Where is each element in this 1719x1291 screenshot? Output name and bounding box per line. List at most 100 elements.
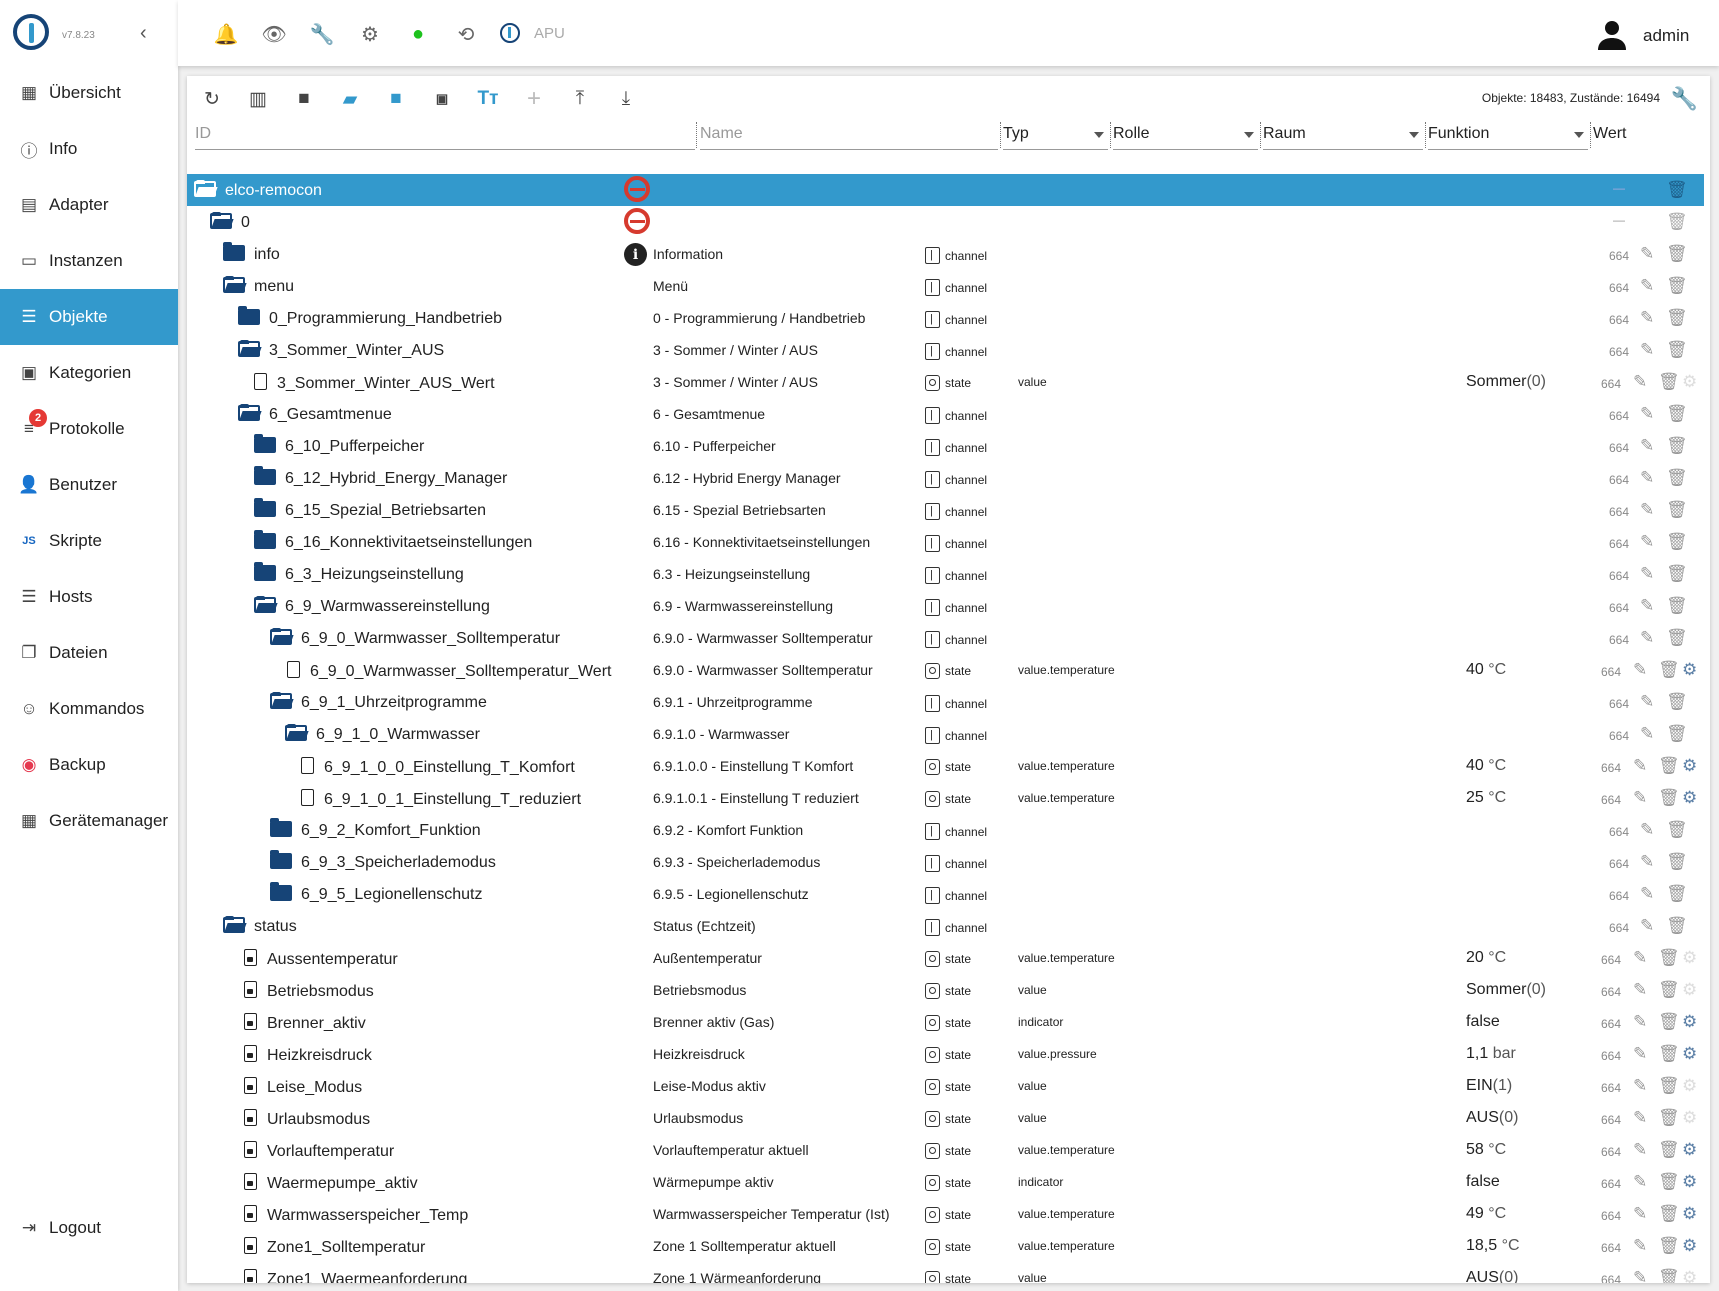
- settings-icon[interactable]: ⚙: [1682, 1172, 1697, 1192]
- room-filter-select[interactable]: Raum: [1263, 120, 1423, 150]
- delete-icon[interactable]: 🗑: [1666, 916, 1688, 936]
- edit-icon[interactable]: ✎: [1640, 468, 1654, 488]
- table-row[interactable]: Leise_Modus Leise-Modus aktiv state value EI…: [187, 1070, 1704, 1102]
- delete-icon[interactable]: 🗑: [1658, 660, 1680, 680]
- delete-icon[interactable]: 🗑: [1666, 852, 1688, 872]
- eye-icon[interactable]: 👁: [261, 22, 286, 46]
- object-value[interactable]: false: [1466, 1173, 1500, 1191]
- table-row[interactable]: Urlaubsmodus Urlaubsmodus state value AUS(0)…: [187, 1102, 1704, 1134]
- delete-icon[interactable]: 🗑: [1658, 1236, 1680, 1256]
- delete-icon[interactable]: 🗑: [1666, 212, 1688, 232]
- table-row[interactable]: 0_Programmierung_Handbetrieb 0 - Programm…: [187, 302, 1704, 334]
- folder-icon[interactable]: [270, 818, 292, 837]
- delete-icon[interactable]: 🗑: [1658, 980, 1680, 1000]
- add-icon[interactable]: +: [521, 85, 547, 112]
- host-label[interactable]: APU: [534, 25, 565, 42]
- settings-wrench-icon[interactable]: 🔧: [1671, 86, 1698, 112]
- object-id[interactable]: menu: [223, 276, 294, 296]
- text-size-icon[interactable]: Tт: [475, 86, 501, 112]
- edit-icon[interactable]: ✎: [1633, 1108, 1647, 1128]
- object-id[interactable]: 6_10_Pufferpeicher: [254, 434, 424, 456]
- name-filter-input[interactable]: Name: [700, 120, 998, 150]
- edit-icon[interactable]: ✎: [1640, 628, 1654, 648]
- delete-icon[interactable]: 🗑: [1666, 436, 1688, 456]
- upload-icon[interactable]: ⤒: [567, 86, 593, 112]
- folder-open-icon[interactable]: [270, 628, 292, 645]
- table-row[interactable]: 6_10_Pufferpeicher 6.10 - Pufferpeicher ch…: [187, 430, 1704, 462]
- column-divider[interactable]: [1590, 122, 1591, 148]
- sidebar-item-instanzen[interactable]: ▭ Instanzen: [0, 233, 178, 289]
- edit-icon[interactable]: ✎: [1640, 692, 1654, 712]
- sidebar-item-kommandos[interactable]: ☺ Kommandos: [0, 681, 178, 737]
- table-row[interactable]: Aussentemperatur Außentemperatur state valu…: [187, 942, 1704, 974]
- object-value[interactable]: AUS(0): [1466, 1269, 1518, 1283]
- delete-icon[interactable]: 🗑: [1666, 404, 1688, 424]
- settings-icon[interactable]: ⚙: [1682, 1268, 1697, 1283]
- collapse-sidebar-icon[interactable]: ‹: [140, 22, 147, 45]
- settings-icon[interactable]: ⚙: [1682, 1108, 1697, 1128]
- object-id[interactable]: 6_9_2_Komfort_Funktion: [270, 818, 481, 840]
- id-filter-input[interactable]: ID: [195, 120, 695, 150]
- object-id[interactable]: Leise_Modus: [244, 1077, 362, 1097]
- table-row[interactable]: Zone1_Solltemperatur Zone 1 Solltemperatu…: [187, 1230, 1704, 1262]
- edit-icon[interactable]: ✎: [1633, 372, 1647, 392]
- folder-open-icon[interactable]: [238, 404, 260, 421]
- folder-open-icon[interactable]: [254, 596, 276, 613]
- edit-icon[interactable]: ✎: [1640, 532, 1654, 552]
- sidebar-item-uebersicht[interactable]: ▦ Übersicht: [0, 65, 178, 121]
- edit-icon[interactable]: ✎: [1633, 756, 1647, 776]
- object-value[interactable]: false: [1466, 1013, 1500, 1031]
- delete-icon[interactable]: 🗑: [1658, 1172, 1680, 1192]
- settings-icon[interactable]: ⚙: [1682, 788, 1697, 808]
- object-id[interactable]: Heizkreisdruck: [244, 1045, 372, 1065]
- object-value[interactable]: Sommer(0): [1466, 981, 1546, 999]
- sidebar-item-adapter[interactable]: ▤ Adapter: [0, 177, 178, 233]
- table-row[interactable]: 6_16_Konnektivitaetseinstellungen 6.16 - …: [187, 526, 1704, 558]
- object-id[interactable]: 0: [210, 212, 250, 232]
- object-id[interactable]: 6_9_5_Legionellenschutz: [270, 882, 482, 904]
- table-row[interactable]: Betriebsmodus Betriebsmodus state value Somm…: [187, 974, 1704, 1006]
- edit-icon[interactable]: ✎: [1633, 1076, 1647, 1096]
- delete-icon[interactable]: 🗑: [1658, 372, 1680, 392]
- object-id[interactable]: 6_9_3_Speicherlademodus: [270, 850, 496, 872]
- edit-icon[interactable]: ✎: [1640, 340, 1654, 360]
- edit-icon[interactable]: ✎: [1633, 1172, 1647, 1192]
- table-row[interactable]: Waermepumpe_aktiv Wärmepumpe aktiv state in…: [187, 1166, 1704, 1198]
- delete-icon[interactable]: 🗑: [1666, 820, 1688, 840]
- object-id[interactable]: 6_9_1_0_1_Einstellung_T_reduziert: [301, 789, 581, 809]
- sidebar-item-objekte[interactable]: ☰ Objekte: [0, 289, 178, 345]
- edit-icon[interactable]: ✎: [1633, 788, 1647, 808]
- delete-icon[interactable]: 🗑: [1658, 1108, 1680, 1128]
- table-row[interactable]: 6_9_3_Speicherlademodus 6.9.3 - Speicherl…: [187, 846, 1704, 878]
- sidebar-item-dateien[interactable]: ❐ Dateien: [0, 625, 178, 681]
- edit-icon[interactable]: ✎: [1633, 1236, 1647, 1256]
- delete-icon[interactable]: 🗑: [1658, 1012, 1680, 1032]
- delete-icon[interactable]: 🗑: [1658, 1204, 1680, 1224]
- expand-level-icon[interactable]: ▣: [429, 86, 455, 112]
- settings-icon[interactable]: ⚙: [1682, 1012, 1697, 1032]
- column-divider[interactable]: [696, 122, 697, 148]
- edit-icon[interactable]: ✎: [1640, 500, 1654, 520]
- sidebar-item-kategorien[interactable]: ▣ Kategorien: [0, 345, 178, 401]
- delete-icon[interactable]: 🗑: [1658, 1076, 1680, 1096]
- folder-icon[interactable]: [270, 850, 292, 869]
- edit-icon[interactable]: ✎: [1640, 308, 1654, 328]
- object-id[interactable]: Warmwasserspeicher_Temp: [244, 1205, 468, 1225]
- object-value[interactable]: 1,1 bar: [1466, 1045, 1516, 1063]
- delete-icon[interactable]: 🗑: [1666, 340, 1688, 360]
- head-icon[interactable]: ●: [406, 22, 430, 46]
- edit-icon[interactable]: ✎: [1640, 820, 1654, 840]
- delete-icon[interactable]: 🗑: [1658, 788, 1680, 808]
- edit-icon[interactable]: ✎: [1640, 852, 1654, 872]
- object-id[interactable]: 6_3_Heizungseinstellung: [254, 562, 464, 584]
- table-row[interactable]: 0 — 🗑: [187, 206, 1704, 238]
- table-row[interactable]: 6_9_Warmwassereinstellung 6.9 - Warmwasse…: [187, 590, 1704, 622]
- expand-all-icon[interactable]: ▰: [337, 86, 363, 112]
- folder-open-icon[interactable]: [238, 340, 260, 357]
- object-id[interactable]: 6_9_1_0_0_Einstellung_T_Komfort: [301, 757, 575, 777]
- refresh-icon[interactable]: ↻: [199, 86, 225, 112]
- table-row[interactable]: Heizkreisdruck Heizkreisdruck state value.p…: [187, 1038, 1704, 1070]
- table-row[interactable]: 6_12_Hybrid_Energy_Manager 6.12 - Hybrid …: [187, 462, 1704, 494]
- edit-icon[interactable]: ✎: [1640, 244, 1654, 264]
- table-row[interactable]: Vorlauftemperatur Vorlauftemperatur aktue…: [187, 1134, 1704, 1166]
